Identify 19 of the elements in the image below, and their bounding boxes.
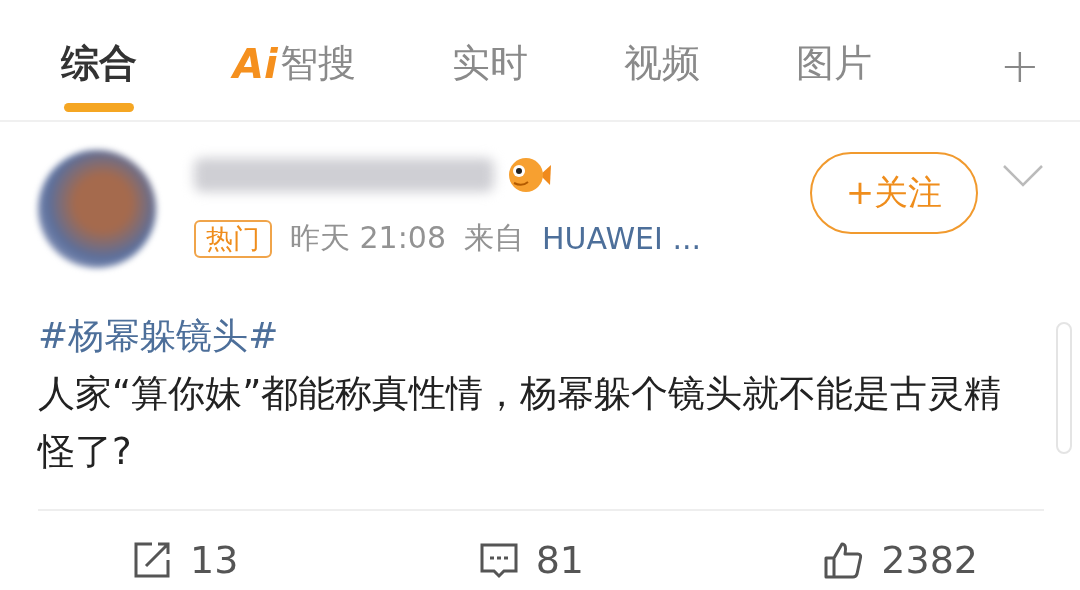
add-tab-button[interactable]: + [993, 36, 1046, 94]
like-button[interactable]: 2382 [817, 537, 984, 583]
source-label: 来自 [464, 219, 524, 257]
tab[interactable]: 图片 [789, 0, 878, 113]
thumbs-up-icon [823, 540, 864, 580]
source-link[interactable]: HUAWEI ... [542, 221, 701, 256]
tab[interactable]: 综合 [55, 0, 143, 113]
fish-badge-icon [506, 155, 552, 195]
post-time: 昨天 21:08 [290, 219, 446, 257]
comment-button[interactable]: 81 [471, 537, 590, 583]
post-text: 人家“算你妹”都能称真性情，杨幂躲个镜头就不能是古灵精怪了? [38, 371, 1003, 475]
share-icon [132, 540, 172, 580]
tab[interactable]: 实时 [445, 0, 534, 113]
avatar[interactable] [38, 150, 156, 268]
repost-button[interactable]: 13 [126, 537, 245, 583]
hot-tag: 热门 [194, 219, 272, 258]
tab[interactable]: Ai智搜 [227, 0, 362, 113]
tab[interactable]: 视频 [617, 0, 706, 113]
topic-link[interactable]: #杨幂躲镜头# [38, 312, 1044, 361]
